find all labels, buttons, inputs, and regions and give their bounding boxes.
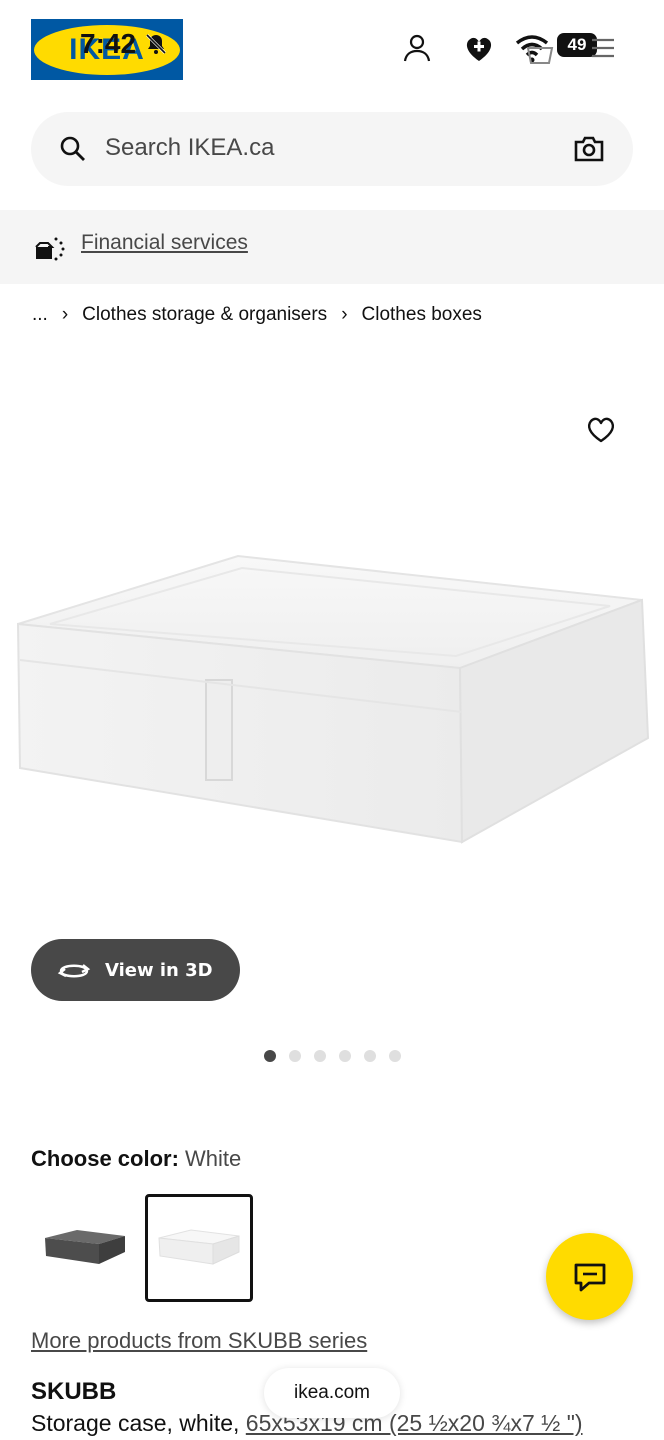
search-input[interactable]: Search IKEA.ca (105, 134, 274, 162)
gallery-dot-1[interactable] (264, 1050, 276, 1062)
financial-services-link[interactable]: Financial services (81, 231, 248, 255)
financial-services-banner: Financial services (0, 210, 664, 284)
chat-button[interactable] (546, 1233, 633, 1320)
breadcrumb-ellipsis[interactable]: ... (32, 304, 48, 326)
favourites-heart-icon[interactable] (461, 30, 497, 66)
dark-grey-case-thumbnail (45, 1230, 125, 1264)
gallery-dot-6[interactable] (389, 1050, 401, 1062)
status-time: 7:42 (80, 28, 137, 59)
breadcrumb-item-clothes-storage[interactable]: Clothes storage & organisers (82, 304, 327, 326)
menu-icon[interactable] (588, 34, 618, 62)
search-icon[interactable] (59, 135, 87, 163)
more-from-series-link[interactable]: More products from SKUBB series (31, 1328, 367, 1354)
view-in-3d-label: View in 3D (105, 959, 213, 981)
product-description-text: Storage case, white, (31, 1410, 246, 1436)
view-in-3d-button[interactable]: View in 3D (31, 939, 240, 1001)
gallery-dot-4[interactable] (339, 1050, 351, 1062)
browser-url-pill[interactable]: ikea.com (264, 1368, 400, 1418)
choose-color-label: Choose color: (31, 1146, 179, 1171)
selected-color-value: White (185, 1146, 242, 1171)
color-swatch-dark-grey[interactable] (31, 1194, 139, 1302)
header: IKEA 7:42 49 (0, 0, 664, 100)
product-name: SKUBB (31, 1378, 117, 1405)
profile-icon[interactable] (399, 30, 435, 66)
shopping-bag-icon[interactable] (525, 38, 555, 66)
gallery-dot-3[interactable] (314, 1050, 326, 1062)
camera-icon[interactable] (573, 134, 605, 164)
chat-bubble-icon (574, 1263, 605, 1291)
bell-muted-icon (145, 33, 167, 55)
breadcrumb: ... › Clothes storage & organisers › Clo… (32, 304, 482, 326)
financing-icon (35, 237, 65, 261)
color-picker-label: Choose color: White (31, 1146, 241, 1172)
gallery-dot-2[interactable] (289, 1050, 301, 1062)
rotate-3d-icon (57, 964, 91, 978)
chevron-right-icon: › (61, 304, 69, 325)
breadcrumb-item-clothes-boxes[interactable]: Clothes boxes (362, 304, 482, 326)
gallery-dot-5[interactable] (364, 1050, 376, 1062)
white-case-thumbnail (158, 1229, 240, 1265)
color-swatch-white[interactable] (145, 1194, 253, 1302)
product-image[interactable] (10, 550, 654, 850)
add-to-favourites-heart-icon[interactable] (585, 414, 617, 444)
search-bar[interactable]: Search IKEA.ca (31, 112, 633, 186)
chevron-right-icon: › (341, 304, 348, 325)
gallery-pagination (264, 1050, 401, 1062)
